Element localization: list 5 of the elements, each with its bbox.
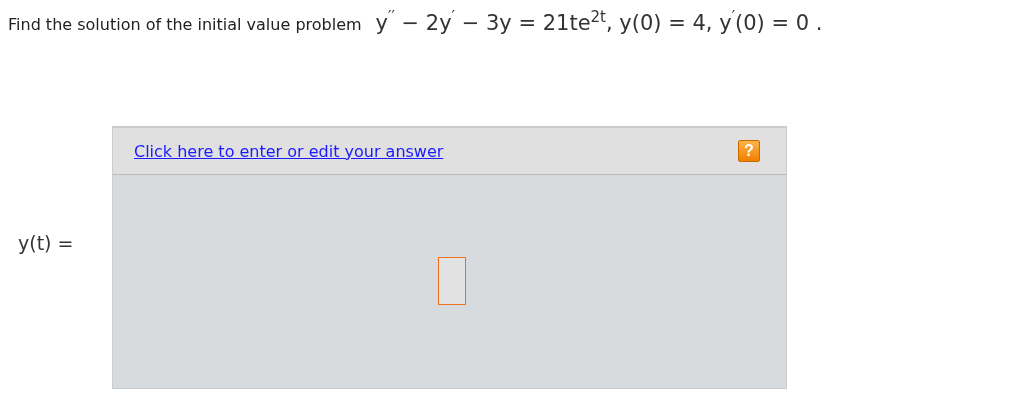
answer-field[interactable] xyxy=(437,257,466,305)
question-text: Find the solution of the initial value problem xyxy=(8,15,362,34)
answer-label: y(t) = xyxy=(18,232,74,254)
equation: y$^{′′}$ − 2y$^{′}$ − 3y = 21te$^{2t}$, y(0) = 4, y$^{′}$(0) = 0 . xyxy=(375,8,823,35)
edit-answer-link[interactable]: Click here to enter or edit your answer xyxy=(134,141,444,161)
